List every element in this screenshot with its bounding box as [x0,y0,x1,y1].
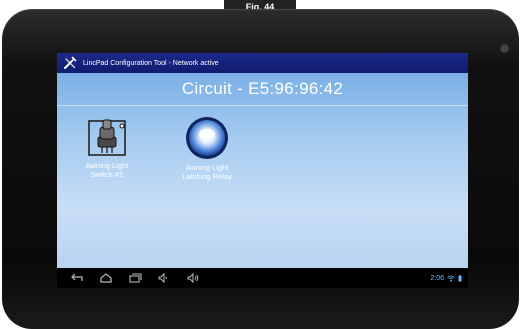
volume-up-icon[interactable] [184,271,202,285]
recent-apps-icon[interactable] [126,271,144,285]
back-icon[interactable] [68,271,86,285]
circuit-view: Circuit - E5:96:96:42 Awning Light Switc… [57,73,468,268]
app-title: LincPad Configuration Tool - Network act… [83,59,219,67]
switch-device-icon [88,119,126,156]
device-label-line1: Awning Light [185,163,229,172]
figure-page: Fig. 44 LincPad Configuration Tool - Net… [0,0,521,329]
circuit-title: Circuit - E5:96:96:42 [181,79,344,98]
tools-icon [64,56,77,69]
home-icon[interactable] [97,271,115,285]
wifi-icon [447,275,455,281]
device-label: Awning Light Latching Relay [171,163,243,181]
device-label-line2: Latching Relay [182,172,232,181]
device-label-line2: Switch #1 [90,170,124,179]
device-switch-1[interactable]: Awning Light Switch #1 [75,117,139,179]
app-title-bar: LincPad Configuration Tool - Network act… [57,53,468,73]
clock: 2:06 [430,274,444,282]
tablet-screen: LincPad Configuration Tool - Network act… [57,53,468,288]
camera-icon [501,45,508,52]
light-device-icon [186,117,228,159]
device-label: Awning Light Switch #1 [75,161,139,179]
device-label-line1: Awning Light [85,161,129,170]
status-area: 2:06 [430,268,462,288]
device-latching-relay[interactable]: Awning Light Latching Relay [171,115,243,181]
system-navigation-bar: 2:06 [57,268,468,288]
title-divider [57,105,468,106]
battery-icon [458,274,462,281]
volume-down-icon[interactable] [155,271,173,285]
